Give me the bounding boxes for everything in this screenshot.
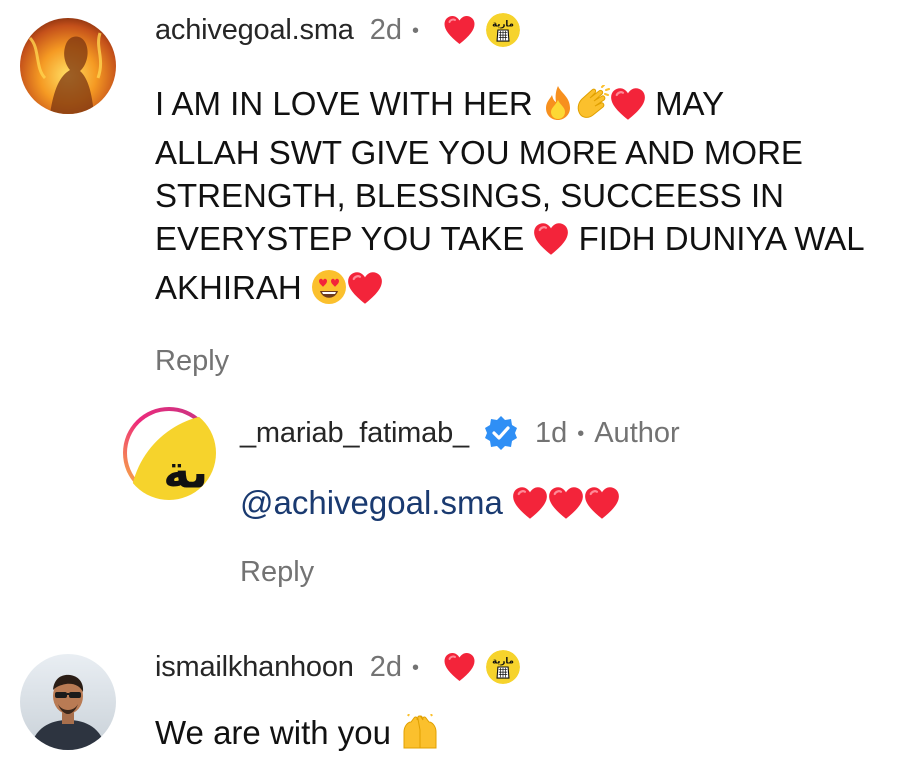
comment-text-part: We are with you bbox=[155, 714, 391, 751]
clapping-hands-emoji bbox=[574, 85, 610, 131]
comment-header: ismailkhanhoon 2d • bbox=[155, 647, 895, 687]
comment-header: _mariab_fatimab_ 1d • Author bbox=[240, 413, 880, 453]
heart-emoji bbox=[584, 486, 620, 530]
heart-emoji bbox=[512, 486, 548, 530]
comment-text-part: AKHIRAH bbox=[155, 269, 302, 306]
reply-comment-item: _mariab_fatimab_ 1d • Author @achivegoal… bbox=[0, 400, 907, 600]
avatar[interactable] bbox=[20, 654, 116, 750]
heart-eyes-emoji bbox=[311, 269, 347, 315]
author-liked-avatar bbox=[486, 650, 520, 684]
author-label: Author bbox=[594, 416, 680, 449]
fire-emoji bbox=[542, 85, 574, 131]
raised-hands-emoji bbox=[400, 714, 440, 760]
comment-text: I AM IN LOVE WITH HER MAY ALLAH SWT GIVE… bbox=[155, 82, 895, 315]
mention-link[interactable]: @achivegoal.sma bbox=[240, 484, 503, 521]
avatar[interactable] bbox=[122, 406, 216, 500]
comment-text: @achivegoal.sma bbox=[240, 481, 880, 530]
timestamp: 2d bbox=[369, 13, 402, 46]
reply-button[interactable]: Reply bbox=[240, 556, 880, 589]
username[interactable]: ismailkhanhoon bbox=[155, 651, 354, 684]
comment-content: achivegoal.sma 2d • I AM IN LOVE WITH HE… bbox=[155, 10, 895, 378]
comment-item: achivegoal.sma 2d • I AM IN LOVE WITH HE… bbox=[0, 0, 907, 377]
heart-emoji bbox=[610, 87, 646, 131]
comment-text: We are with you bbox=[155, 711, 895, 760]
comment-content: ismailkhanhoon 2d • We are with you bbox=[155, 647, 895, 760]
timestamp: 2d bbox=[369, 650, 402, 683]
author-liked-avatar bbox=[486, 13, 520, 47]
comment-header: achivegoal.sma 2d • bbox=[155, 10, 895, 50]
comment-text-part: ALLAH SWT GIVE YOU MORE AND MORE bbox=[155, 134, 803, 171]
reply-button[interactable]: Reply bbox=[155, 345, 895, 378]
username[interactable]: achivegoal.sma bbox=[155, 14, 354, 47]
heart-emoji bbox=[548, 486, 584, 530]
heart-emoji bbox=[347, 271, 383, 315]
comment-item: ismailkhanhoon 2d • We are with you bbox=[0, 640, 907, 775]
username[interactable]: _mariab_fatimab_ bbox=[240, 417, 469, 450]
avatar[interactable] bbox=[20, 18, 116, 114]
separator-dot: • bbox=[577, 422, 585, 445]
verified-badge-icon bbox=[483, 415, 519, 451]
heart-icon bbox=[443, 15, 476, 45]
comment-content: _mariab_fatimab_ 1d • Author @achivegoal… bbox=[240, 413, 880, 589]
comment-text-part: STRENGTH, BLESSINGS, SUCCEESS IN bbox=[155, 177, 784, 214]
heart-emoji bbox=[533, 222, 569, 266]
separator-dot: • bbox=[411, 19, 419, 42]
timestamp: 1d bbox=[534, 416, 568, 449]
heart-icon bbox=[443, 652, 476, 682]
comment-text-part: I AM IN LOVE WITH HER bbox=[155, 85, 533, 122]
comment-text-part: MAY bbox=[655, 85, 725, 122]
comment-text-part: EVERYSTEP YOU TAKE bbox=[155, 220, 525, 257]
separator-dot: • bbox=[411, 656, 419, 679]
comment-text-part: FIDH DUNIYA WAL bbox=[578, 220, 865, 257]
